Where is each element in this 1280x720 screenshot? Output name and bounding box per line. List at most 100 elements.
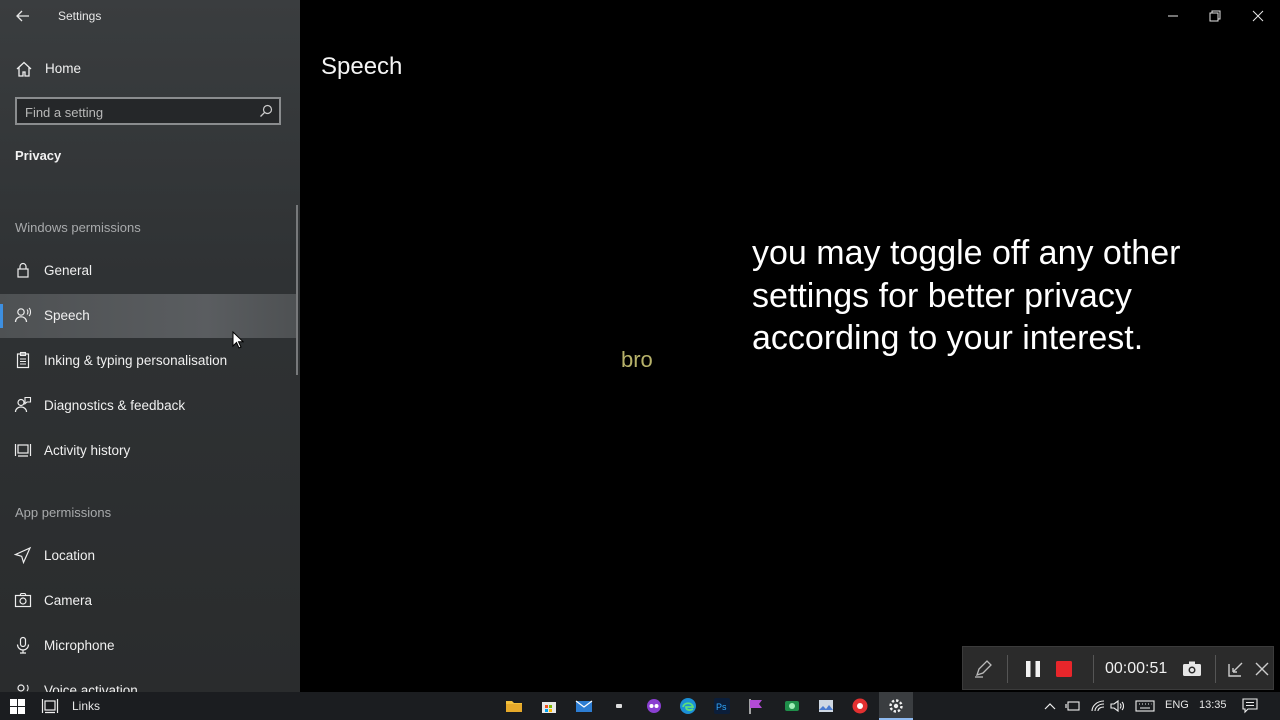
sidebar-item-voice-activation[interactable]: Voice activation (0, 669, 296, 692)
store-icon (542, 702, 556, 713)
video-caption-overlay: you may toggle off any other settings fo… (752, 232, 1272, 360)
recorder-close-button[interactable] (1250, 657, 1274, 681)
recorder-app-icon (852, 698, 868, 714)
task-view-button[interactable] (38, 692, 62, 720)
caption-line: according to your interest. (752, 319, 1144, 357)
touch-keyboard-button[interactable] (1133, 692, 1157, 720)
mouse-cursor-icon (232, 331, 244, 349)
volume-button[interactable] (1108, 692, 1128, 720)
camera-icon (1183, 661, 1201, 676)
screenshot-button[interactable] (1180, 657, 1204, 681)
close-button[interactable] (1237, 2, 1279, 30)
section-title: Privacy (15, 148, 62, 163)
pen-icon (975, 660, 992, 678)
taskbar-app-dot[interactable] (610, 697, 628, 715)
taskbar-recorder[interactable] (851, 697, 869, 715)
search-box[interactable] (15, 97, 281, 125)
speaker-icon (1110, 699, 1125, 713)
caption-line: settings for better privacy (752, 276, 1132, 315)
group-label-windows-permissions: Windows permissions (15, 220, 141, 235)
search-icon[interactable] (259, 104, 273, 118)
lock-icon (14, 261, 32, 279)
taskbar-app-flag[interactable] (747, 697, 765, 715)
close-icon (1252, 10, 1264, 22)
divider (1007, 655, 1008, 683)
settings-sidebar: Settings Home Privacy Windows permission… (0, 0, 300, 692)
battery-button[interactable] (1063, 692, 1083, 720)
back-arrow-icon (16, 10, 29, 22)
taskbar-file-explorer[interactable] (505, 697, 523, 715)
task-view-icon (41, 699, 59, 714)
flag-icon (749, 699, 762, 714)
group-label-app-permissions: App permissions (15, 505, 112, 520)
sidebar-item-general[interactable]: General (0, 249, 296, 293)
sidebar-item-diagnostics-feedback[interactable]: Diagnostics & feedback (0, 384, 296, 428)
sidebar-item-activity-history[interactable]: Activity history (0, 429, 296, 473)
pause-icon (1026, 661, 1040, 677)
minimize-button[interactable] (1152, 2, 1194, 30)
chevron-up-icon (1044, 703, 1056, 710)
sidebar-item-home[interactable]: Home (0, 54, 300, 84)
sidebar-item-label: Location (44, 548, 96, 563)
sidebar-item-microphone[interactable]: Microphone (0, 624, 296, 668)
sidebar-item-camera[interactable]: Camera (0, 579, 296, 623)
folder-icon (506, 701, 522, 712)
image-viewer-icon (819, 700, 833, 712)
taskbar-photoshop[interactable]: Ps (713, 697, 731, 715)
sidebar-item-label: General (44, 263, 93, 278)
pause-button[interactable] (1021, 657, 1045, 681)
sidebar-item-label: Microphone (44, 638, 115, 653)
back-button[interactable] (12, 6, 34, 26)
sidebar-item-label: Voice activation (44, 683, 138, 692)
sidebar-item-inking-typing[interactable]: Inking & typing personalisation (0, 339, 296, 383)
edit-icon (1228, 662, 1243, 677)
selection-indicator (0, 304, 3, 328)
battery-icon (1065, 701, 1080, 711)
sidebar-item-speech[interactable]: Speech (0, 294, 296, 338)
start-button[interactable] (0, 692, 34, 720)
taskbar-settings[interactable] (879, 692, 913, 720)
stop-icon (1056, 661, 1072, 677)
restore-button[interactable] (1194, 2, 1236, 30)
speech-person-icon (14, 306, 32, 324)
photoshop-icon: Ps (714, 698, 730, 714)
sidebar-item-label: Inking & typing personalisation (44, 353, 228, 368)
stop-button[interactable] (1052, 657, 1076, 681)
show-hidden-icons-button[interactable] (1042, 692, 1058, 720)
action-center-button[interactable] (1238, 692, 1262, 720)
edge-icon (680, 698, 696, 714)
sidebar-item-label: Home (45, 61, 82, 76)
sidebar-item-label: Diagnostics & feedback (44, 398, 186, 413)
taskbar-app-image[interactable] (817, 697, 835, 715)
caption-line: you may toggle off any other (752, 234, 1181, 272)
divider (1215, 655, 1216, 683)
clock[interactable]: 13:35 (1199, 699, 1227, 711)
screen-recorder-toolbar: 00:00:51 (962, 646, 1274, 690)
taskbar: Links Ps ENG 13:35 (0, 692, 1280, 720)
gear-icon (889, 699, 903, 713)
taskbar-links-label[interactable]: Links (72, 699, 100, 713)
sidebar-item-label: Speech (44, 308, 90, 323)
divider (1093, 655, 1094, 683)
network-button[interactable] (1088, 692, 1108, 720)
taskbar-store[interactable] (540, 697, 558, 715)
taskbar-app-purple[interactable] (645, 697, 663, 715)
location-icon (14, 546, 32, 564)
sidebar-item-location[interactable]: Location (0, 534, 296, 578)
home-icon (15, 60, 33, 78)
minimize-icon (1168, 15, 1178, 17)
annotate-button[interactable] (971, 657, 995, 681)
feedback-person-icon (14, 396, 32, 414)
stray-text: bro (621, 347, 653, 372)
edit-button[interactable] (1224, 657, 1248, 681)
sidebar-scrollbar[interactable] (296, 205, 298, 375)
app-icon (785, 701, 799, 711)
taskbar-app-green[interactable] (783, 697, 801, 715)
input-language-indicator[interactable]: ENG (1165, 699, 1189, 711)
taskbar-mail[interactable] (575, 697, 593, 715)
taskbar-edge[interactable] (679, 697, 697, 715)
activity-history-icon (14, 441, 32, 459)
search-input[interactable] (25, 103, 251, 121)
app-icon (616, 704, 622, 708)
page-title: Speech (321, 53, 403, 80)
